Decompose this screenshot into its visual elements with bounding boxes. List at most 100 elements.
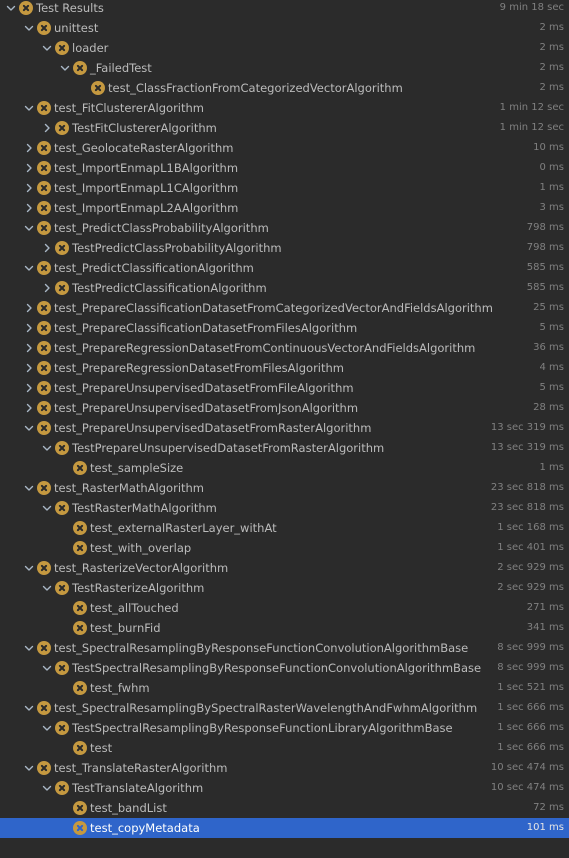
- tree-node-test-importenmapl1calgorithm[interactable]: test_ImportEnmapL1CAlgorithm 1 ms: [0, 178, 569, 198]
- test-error-icon: [55, 281, 69, 295]
- chevron-down-icon[interactable]: [41, 42, 53, 54]
- test-error-icon: [73, 821, 87, 835]
- tree-node-test-importenmapl1balgorithm[interactable]: test_ImportEnmapL1BAlgorithm 0 ms: [0, 158, 569, 178]
- chevron-right-icon[interactable]: [23, 202, 35, 214]
- chevron-down-icon[interactable]: [23, 262, 35, 274]
- tree-node-testpredictclassprobabilityalgorithm[interactable]: TestPredictClassProbabilityAlgorithm 798 …: [0, 238, 569, 258]
- tree-node-test-prepareclassificationdatasetfromfilesalgorithm[interactable]: test_PrepareClassificationDatasetFromFil…: [0, 318, 569, 338]
- chevron-right-icon[interactable]: [23, 382, 35, 394]
- tree-node-test-rasterizevectoralgorithm[interactable]: test_RasterizeVectorAlgorithm 2 sec 929 m…: [0, 558, 569, 578]
- tree-node-testpredictclassificationalgorithm[interactable]: TestPredictClassificationAlgorithm 585 ms: [0, 278, 569, 298]
- tree-node-test-burnfid[interactable]: test_burnFid 341 ms: [0, 618, 569, 638]
- test-error-icon: [37, 161, 51, 175]
- tree-node-testprepareunsuperviseddatasetfromrasteralgorithm[interactable]: TestPrepareUnsupervisedDatasetFromRaster…: [0, 438, 569, 458]
- chevron-right-icon[interactable]: [41, 122, 53, 134]
- tree-node-test-copymetadata[interactable]: test_copyMetadata 101 ms: [0, 818, 569, 838]
- chevron-down-icon[interactable]: [41, 502, 53, 514]
- test-error-icon: [73, 621, 87, 635]
- test-error-icon: [73, 521, 87, 535]
- tree-node-unittest[interactable]: unittest 2 ms: [0, 18, 569, 38]
- test-error-icon: [73, 461, 87, 475]
- chevron-down-icon[interactable]: [41, 442, 53, 454]
- duration-label: 1 ms: [539, 462, 565, 473]
- tree-node-test-spectralresamplingbyspectralrasterwavelengthandfwhmalgorithm[interactable]: test_SpectralResamplingBySpectralRasterW…: [0, 698, 569, 718]
- chevron-down-icon[interactable]: [23, 102, 35, 114]
- test-name-label: loader: [72, 41, 109, 55]
- tree-node-test-samplesize[interactable]: test_sampleSize 1 ms: [0, 458, 569, 478]
- tree-node-failedtest[interactable]: _FailedTest 2 ms: [0, 58, 569, 78]
- chevron-down-icon[interactable]: [59, 62, 71, 74]
- test-name-label: test_PrepareUnsupervisedDatasetFromJsonA…: [54, 401, 359, 415]
- tree-node-test-classfractionfromcategorizedvectoralgorithm[interactable]: test_ClassFractionFromCategorizedVectorA…: [0, 78, 569, 98]
- test-error-icon: [73, 801, 87, 815]
- tree-node-test-fwhm[interactable]: test_fwhm 1 sec 521 ms: [0, 678, 569, 698]
- test-results-tree: Test Results 9 min 18 sec unittest 2 ms load…: [0, 0, 569, 858]
- tree-node-test-bandlist[interactable]: test_bandList 72 ms: [0, 798, 569, 818]
- tree-node-test-rastermathalgorithm[interactable]: test_RasterMathAlgorithm 23 sec 818 ms: [0, 478, 569, 498]
- tree-node-test-with-overlap[interactable]: test_with_overlap 1 sec 401 ms: [0, 538, 569, 558]
- test-error-icon: [91, 81, 105, 95]
- tree-node-test-fitclustereralgorithm[interactable]: test_FitClustererAlgorithm 1 min 12 sec: [0, 98, 569, 118]
- chevron-right-icon[interactable]: [23, 142, 35, 154]
- tree-node-test-translaterasteralgorithm[interactable]: test_TranslateRasterAlgorithm 10 sec 474 …: [0, 758, 569, 778]
- chevron-down-icon[interactable]: [41, 662, 53, 674]
- chevron-down-icon[interactable]: [23, 762, 35, 774]
- tree-node-test-prepareunsuperviseddatasetfromfilealgorithm[interactable]: test_PrepareUnsupervisedDatasetFromFileA…: [0, 378, 569, 398]
- chevron-down-icon[interactable]: [5, 2, 17, 14]
- chevron-right-icon[interactable]: [23, 182, 35, 194]
- chevron-down-icon[interactable]: [23, 222, 35, 234]
- tree-node-testspectralresamplingbyresponsefunctionconvolutionalgorithmbase[interactable]: TestSpectralResamplingByResponseFunction…: [0, 658, 569, 678]
- tree-node-loader[interactable]: loader 2 ms: [0, 38, 569, 58]
- test-name-label: test_PrepareClassificationDatasetFromCat…: [54, 301, 493, 315]
- test-name-label: test: [90, 741, 113, 755]
- chevron-right-icon[interactable]: [23, 402, 35, 414]
- tree-node-test-prepareregressiondatasetfromcontinuousvectorandfieldsalgorithm[interactable]: test_PrepareRegressionDatasetFromContinu…: [0, 338, 569, 358]
- chevron-down-icon[interactable]: [41, 782, 53, 794]
- tree-node-test-predictclassificationalgorithm[interactable]: test_PredictClassificationAlgorithm 585 m…: [0, 258, 569, 278]
- tree-node-test-spectralresamplingbyresponsefunctionconvolutionalgorithmbase[interactable]: test_SpectralResamplingByResponseFunctio…: [0, 638, 569, 658]
- tree-node-testtranslatealgorithm[interactable]: TestTranslateAlgorithm 10 sec 474 ms: [0, 778, 569, 798]
- tree-node-test[interactable]: test 1 sec 666 ms: [0, 738, 569, 758]
- duration-label: 585 ms: [526, 282, 564, 293]
- chevron-right-icon[interactable]: [23, 362, 35, 374]
- tree-node-test-prepareunsuperviseddatasetfromrasteralgorithm[interactable]: test_PrepareUnsupervisedDatasetFromRaste…: [0, 418, 569, 438]
- duration-label: 798 ms: [526, 242, 564, 253]
- test-error-icon: [37, 401, 51, 415]
- tree-node-test-importenmapl2aalgorithm[interactable]: test_ImportEnmapL2AAlgorithm 3 ms: [0, 198, 569, 218]
- chevron-down-icon[interactable]: [23, 642, 35, 654]
- chevron-down-icon[interactable]: [23, 562, 35, 574]
- duration-label: 4 ms: [539, 362, 565, 373]
- chevron-down-icon[interactable]: [23, 422, 35, 434]
- chevron-down-icon[interactable]: [23, 22, 35, 34]
- chevron-right-icon[interactable]: [23, 342, 35, 354]
- chevron-right-icon[interactable]: [23, 302, 35, 314]
- chevron-right-icon[interactable]: [41, 282, 53, 294]
- chevron-right-icon[interactable]: [41, 242, 53, 254]
- chevron-down-icon[interactable]: [41, 722, 53, 734]
- test-error-icon: [73, 681, 87, 695]
- chevron-down-icon[interactable]: [23, 702, 35, 714]
- duration-label: 1 ms: [539, 182, 565, 193]
- tree-node-testrastermathalgorithm[interactable]: TestRasterMathAlgorithm 23 sec 818 ms: [0, 498, 569, 518]
- tree-node-test-prepareunsuperviseddatasetfromjsonalgorithm[interactable]: test_PrepareUnsupervisedDatasetFromJsonA…: [0, 398, 569, 418]
- tree-node-testrasterizealgorithm[interactable]: TestRasterizeAlgorithm 2 sec 929 ms: [0, 578, 569, 598]
- duration-label: 2 sec 929 ms: [497, 582, 564, 593]
- test-name-label: test_FitClustererAlgorithm: [54, 101, 205, 115]
- duration-label: 1 sec 168 ms: [497, 522, 564, 533]
- tree-node-test-prepareregressiondatasetfromfilesalgorithm[interactable]: test_PrepareRegressionDatasetFromFilesAl…: [0, 358, 569, 378]
- tree-root-test-results[interactable]: Test Results 9 min 18 sec: [0, 0, 569, 18]
- chevron-right-icon[interactable]: [23, 322, 35, 334]
- chevron-down-icon[interactable]: [41, 582, 53, 594]
- chevron-down-icon[interactable]: [23, 482, 35, 494]
- test-name-label: test_ImportEnmapL1BAlgorithm: [54, 161, 239, 175]
- tree-node-testfitclustereralgorithm[interactable]: TestFitClustererAlgorithm 1 min 12 sec: [0, 118, 569, 138]
- test-name-label: TestPredictClassProbabilityAlgorithm: [72, 241, 282, 255]
- tree-node-test-prepareclassificationdatasetfromcategorizedvectorandfieldsalgorithm[interactable]: test_PrepareClassificationDatasetFromCat…: [0, 298, 569, 318]
- tree-node-test-alltouched[interactable]: test_allTouched 271 ms: [0, 598, 569, 618]
- chevron-right-icon[interactable]: [23, 162, 35, 174]
- tree-node-test-geolocaterasteralgorithm[interactable]: test_GeolocateRasterAlgorithm 10 ms: [0, 138, 569, 158]
- duration-label: 101 ms: [526, 822, 564, 833]
- tree-node-testspectralresamplingbyresponsefunctionlibraryalgorithmbase[interactable]: TestSpectralResamplingByResponseFunction…: [0, 718, 569, 738]
- tree-node-test-predictclassprobabilityalgorithm[interactable]: test_PredictClassProbabilityAlgorithm 798…: [0, 218, 569, 238]
- tree-node-test-externalrasterlayer-withat[interactable]: test_externalRasterLayer_withAt 1 sec 168…: [0, 518, 569, 538]
